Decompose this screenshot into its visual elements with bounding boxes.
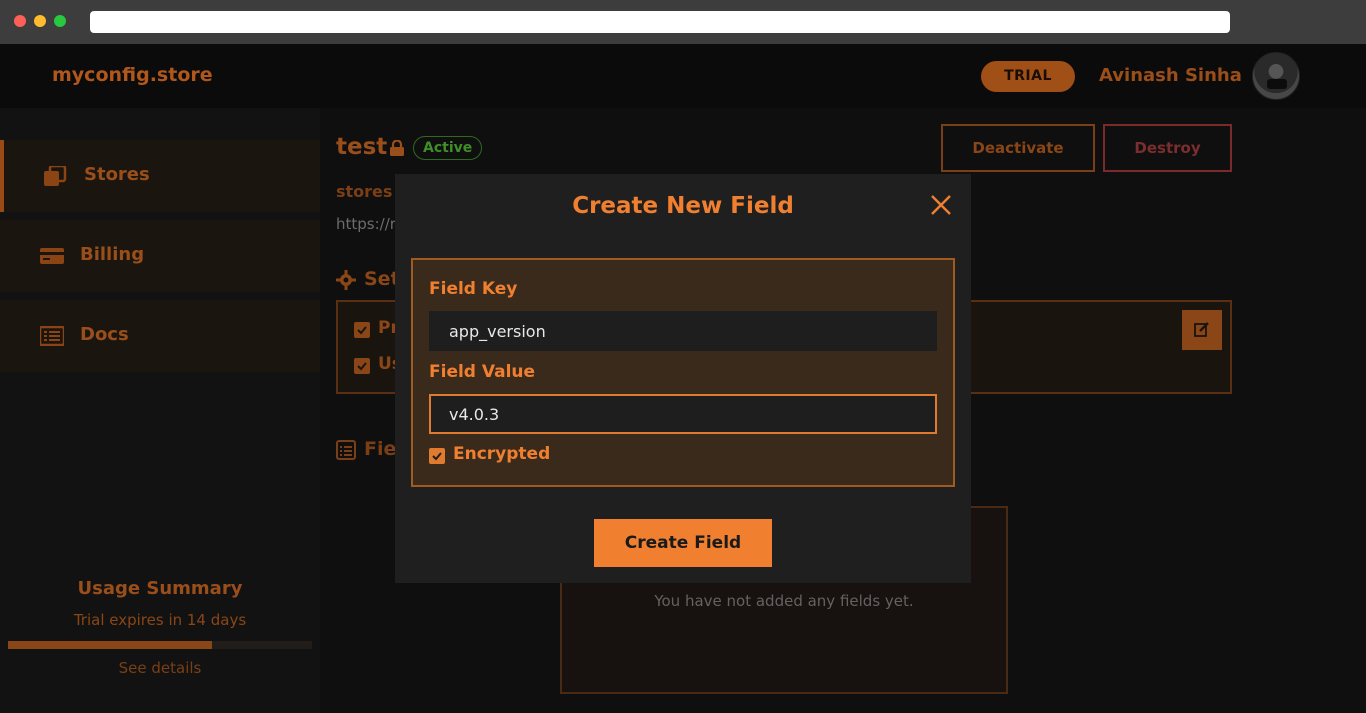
check-icon <box>432 452 442 461</box>
field-key-label: Field Key <box>429 279 518 299</box>
avatar[interactable] <box>1252 52 1300 100</box>
field-value-label: Field Value <box>429 362 536 382</box>
edit-settings-button[interactable] <box>1182 310 1222 350</box>
setting-checkbox[interactable] <box>354 322 370 338</box>
empty-fields-text: You have not added any fields yet. <box>654 592 914 610</box>
close-modal-button[interactable] <box>927 192 955 220</box>
create-field-button[interactable]: Create Field <box>594 519 772 567</box>
setting-checkbox[interactable] <box>354 358 370 374</box>
usage-summary-title: Usage Summary <box>77 578 243 599</box>
sidebar-item-billing[interactable]: Billing <box>0 220 320 292</box>
encrypted-checkbox[interactable] <box>429 448 445 464</box>
field-value-input[interactable] <box>429 394 937 434</box>
check-icon <box>357 362 367 371</box>
status-badge: Active <box>413 136 483 160</box>
field-key-input[interactable] <box>429 311 937 351</box>
address-bar[interactable] <box>90 11 1230 33</box>
encrypted-label[interactable]: Encrypted <box>453 444 550 464</box>
trial-badge: TRIAL <box>981 61 1075 92</box>
copy-icon <box>44 166 67 186</box>
sidebar-item-docs[interactable]: Docs <box>0 300 320 372</box>
browser-window: myconfig.store TRIAL Avinash Sinha Store… <box>0 0 1366 713</box>
top-bar: myconfig.store TRIAL Avinash Sinha <box>0 44 1366 108</box>
modal-title: Create New Field <box>572 193 794 219</box>
close-window-button[interactable] <box>14 15 26 27</box>
usage-progress-bar <box>8 641 312 649</box>
sidebar-item-stores[interactable]: Stores <box>0 140 320 212</box>
sidebar-item-label: Billing <box>80 244 145 265</box>
list-icon <box>336 440 356 460</box>
minimize-window-button[interactable] <box>34 15 46 27</box>
lock-icon <box>390 140 404 156</box>
list-icon <box>40 326 64 346</box>
maximize-window-button[interactable] <box>54 15 66 27</box>
edit-icon <box>1194 321 1209 337</box>
see-details-link[interactable]: See details <box>0 659 320 677</box>
check-icon <box>357 326 367 335</box>
trial-expiry-text: Trial expires in 14 days <box>73 611 247 629</box>
deactivate-button[interactable]: Deactivate <box>941 124 1095 172</box>
usage-progress-fill <box>8 641 212 649</box>
avatar-mask <box>1267 79 1287 89</box>
app-logo[interactable]: myconfig.store <box>52 64 213 86</box>
credit-card-icon <box>40 248 64 264</box>
store-title: test <box>336 134 388 160</box>
store-url: https://r <box>336 215 396 233</box>
create-field-modal: Create New Field Field Key Field Value E… <box>395 174 971 583</box>
browser-chrome <box>0 0 1366 44</box>
sidebar-item-label: Docs <box>80 324 129 345</box>
field-form: Field Key Field Value Encrypted <box>411 258 955 487</box>
sidebar: Stores Billing Docs Usage Summary Trial … <box>0 108 320 713</box>
sidebar-item-label: Stores <box>84 164 150 185</box>
destroy-button[interactable]: Destroy <box>1103 124 1232 172</box>
gear-icon <box>336 270 356 290</box>
user-name[interactable]: Avinash Sinha <box>1099 65 1242 86</box>
breadcrumb[interactable]: stores <box>336 182 392 201</box>
close-icon <box>931 194 951 215</box>
